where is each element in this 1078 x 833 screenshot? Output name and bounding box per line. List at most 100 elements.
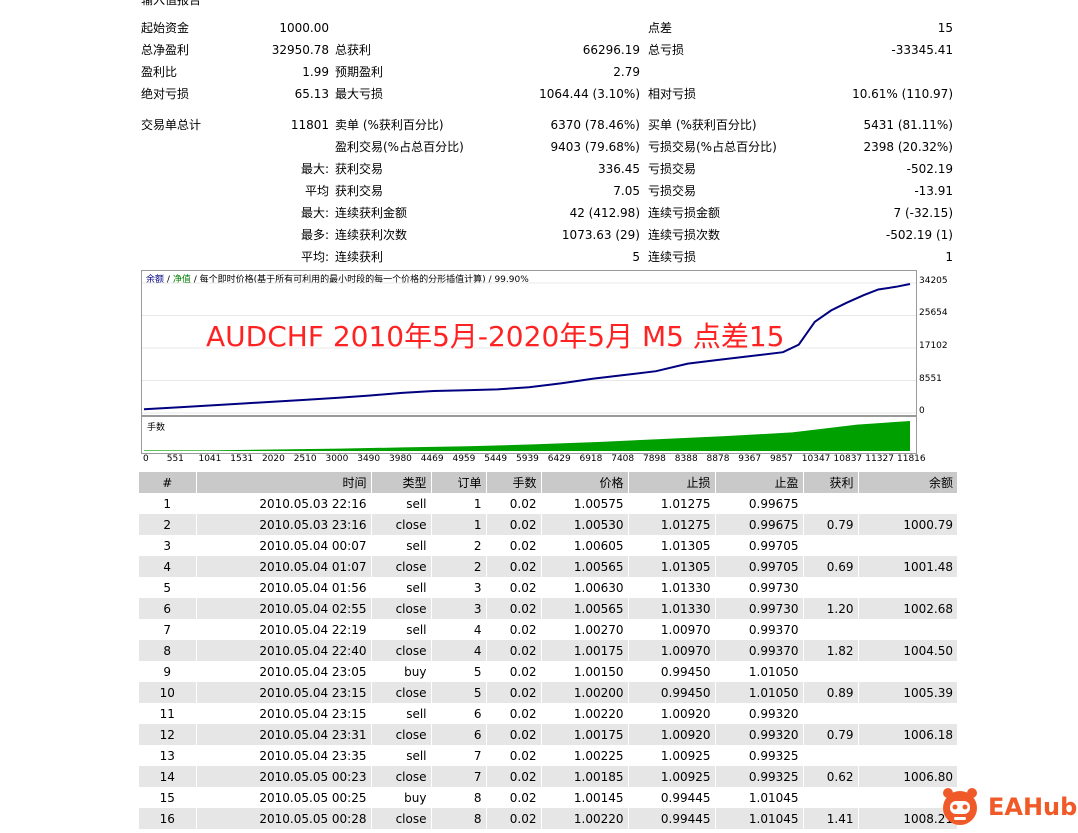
- table-cell: 2010.05.04 23:15: [195, 703, 371, 724]
- table-cell: 1: [163, 496, 172, 511]
- initial-deposit-value: 1000.00: [279, 21, 329, 35]
- table-cell: close: [370, 556, 431, 577]
- table-row: 1 2010.05.03 22:16 sell 1 0.02 1.00575 1.01275…: [139, 493, 957, 514]
- table-cell: 3: [430, 598, 486, 619]
- table-cell: 1.00270: [540, 619, 628, 640]
- eahub-logo-icon: [943, 788, 977, 825]
- table-cell: 0.02: [485, 640, 541, 661]
- average-loss-trade-value: -13.91: [914, 184, 953, 198]
- y-tick-label: 34205: [919, 276, 948, 286]
- profit-factor-label: 盈利比: [141, 65, 178, 79]
- table-cell: 1.00920: [627, 724, 715, 745]
- col-header: 余额: [857, 472, 957, 493]
- report-header-partial: 输入值报告: [141, 0, 202, 7]
- avg-consec-losses-label: 连续亏损: [648, 250, 697, 264]
- table-cell: 3: [163, 538, 172, 553]
- table-row: 8 2010.05.04 22:40 close 4 0.02 1.00175 1.0097…: [139, 640, 957, 661]
- maximal-drawdown-value: 1064.44 (3.10%): [539, 87, 640, 101]
- volume-area: [144, 421, 910, 451]
- table-cell: 14: [139, 766, 196, 787]
- x-tick-label: 11327: [865, 454, 894, 464]
- table-cell: [802, 661, 858, 682]
- table-cell: buy: [370, 787, 431, 808]
- gross-loss-label: 总亏损: [648, 43, 685, 57]
- long-positions-label: 买单 (%获利百分比): [648, 118, 757, 132]
- table-cell: 0.99675: [714, 493, 803, 514]
- table-cell: 1.00925: [627, 745, 715, 766]
- table-cell: 1.00970: [627, 619, 715, 640]
- table-cell: 2010.05.05 00:25: [195, 787, 371, 808]
- table-cell: 0.02: [485, 745, 541, 766]
- table-row: 14 2010.05.05 00:23 close 7 0.02 1.00185 1.009…: [139, 766, 957, 787]
- table-cell: 7: [163, 622, 172, 637]
- col-header: 手数: [485, 472, 541, 493]
- table-cell: 1.01275: [627, 514, 715, 535]
- table-cell: 2010.05.05 00:23: [195, 766, 371, 787]
- max-consec-wins-label: 连续获利金额: [335, 206, 408, 220]
- x-tick-label: 11816: [897, 454, 926, 464]
- table-cell: sell: [370, 703, 431, 724]
- table-cell: [802, 619, 858, 640]
- table-cell: 0.02: [485, 514, 541, 535]
- table-cell: 6: [430, 724, 486, 745]
- average-prefix: 平均: [304, 184, 329, 198]
- table-cell: 1.00565: [540, 556, 628, 577]
- table-cell: 1.01045: [714, 787, 803, 808]
- table-cell: 0.99675: [714, 514, 803, 535]
- col-header: #: [139, 472, 196, 493]
- table-cell: 5: [430, 682, 486, 703]
- table-cell: 9: [163, 664, 172, 679]
- table-cell: sell: [370, 577, 431, 598]
- table-cell: 7: [430, 766, 486, 787]
- x-tick-label: 0: [143, 454, 149, 464]
- profit-trades-value: 9403 (79.68%): [550, 140, 640, 154]
- table-cell: 1.00220: [540, 808, 628, 829]
- table-cell: 2010.05.04 22:19: [195, 619, 371, 640]
- table-cell: 1.00175: [540, 640, 628, 661]
- table-row: 10 2010.05.04 23:15 close 5 0.02 1.00200 0.994…: [139, 682, 957, 703]
- profit-trades-label: 盈利交易(%占总百分比): [335, 140, 464, 154]
- table-cell: 1.01045: [714, 808, 803, 829]
- x-tick-label: 3490: [357, 454, 381, 464]
- table-cell: 1: [430, 493, 486, 514]
- table-cell: 1.01275: [627, 493, 715, 514]
- eahub-watermark: EAHub: [938, 784, 1077, 828]
- table-cell: 1.00200: [540, 682, 628, 703]
- maximal-consec-profit-label: 连续获利次数: [335, 228, 408, 242]
- table-cell: 0.79: [802, 514, 858, 535]
- table-cell: 0.99730: [714, 577, 803, 598]
- table-row: 4 2010.05.04 01:07 close 2 0.02 1.00565 1.0130…: [139, 556, 957, 577]
- table-cell: 1001.48: [857, 556, 957, 577]
- avg-consec-losses-value: 1: [945, 250, 953, 264]
- y-tick-label: 25654: [919, 308, 948, 319]
- table-cell: 2010.05.05 00:28: [195, 808, 371, 829]
- x-tick-label: 4959: [452, 454, 476, 464]
- table-cell: 1.00605: [540, 535, 628, 556]
- x-tick-label: 7408: [611, 454, 635, 464]
- table-cell: 1.00925: [627, 766, 715, 787]
- col-header: 时间: [195, 472, 371, 493]
- table-cell: 0.99705: [714, 535, 803, 556]
- short-positions-label: 卖单 (%获利百分比): [335, 118, 444, 132]
- loss-trades-value: 2398 (20.32%): [863, 140, 953, 154]
- table-cell: close: [370, 682, 431, 703]
- table-cell: buy: [370, 661, 431, 682]
- y-tick-label: 8551: [919, 373, 942, 384]
- table-cell: 1.00970: [627, 640, 715, 661]
- table-cell: sell: [370, 745, 431, 766]
- long-positions-value: 5431 (81.11%): [863, 118, 953, 132]
- average-loss-trade-label: 亏损交易: [648, 184, 697, 198]
- loss-trades-label: 亏损交易(%占总百分比): [648, 140, 777, 154]
- table-cell: 0.99325: [714, 745, 803, 766]
- table-cell: 2010.05.04 00:07: [195, 535, 371, 556]
- volume-chart: 手数: [141, 416, 917, 454]
- table-cell: [857, 493, 957, 514]
- table-cell: 1.20: [802, 598, 858, 619]
- table-cell: 8: [139, 640, 196, 661]
- table-cell: 0.99325: [714, 766, 803, 787]
- table-row: 12 2010.05.04 23:31 close 6 0.02 1.00175 1.009…: [139, 724, 957, 745]
- x-tick-label: 2020: [261, 454, 285, 464]
- table-cell: 0.89: [802, 682, 858, 703]
- table-cell: 1.01330: [627, 598, 715, 619]
- maximal-consec-loss-value: -502.19 (1): [885, 228, 953, 242]
